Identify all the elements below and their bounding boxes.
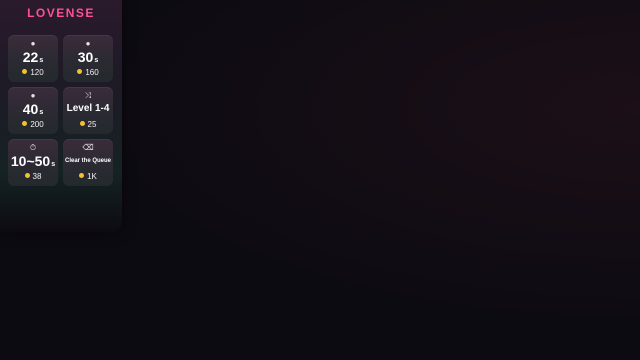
coin-icon — [24, 173, 30, 178]
pulse-icon: ● — [85, 39, 91, 48]
duration-unit: s — [39, 57, 44, 64]
tip-option-level[interactable]: ⤨ Level 1-4 25 — [63, 87, 113, 134]
shuffle-icon: ⤨ — [84, 91, 92, 100]
tip-option-40s[interactable]: ● 40s 200 — [8, 87, 58, 134]
tip-menu-panel: LOVENSE ● 22s 120 ● 30s 160 ● 40s 200 ⤨ … — [0, 0, 122, 232]
tip-cost: 38 — [32, 172, 42, 181]
coin-icon — [22, 121, 28, 126]
tip-cost: 25 — [87, 120, 97, 129]
coin-icon — [22, 69, 28, 74]
duration-unit: s — [39, 109, 44, 116]
tip-option-clear-queue[interactable]: ⌫ Clear the Queue 1K — [63, 139, 113, 186]
tip-option-30s[interactable]: ● 30s 160 — [63, 35, 113, 82]
tip-cost: 200 — [30, 120, 44, 129]
tip-duration: 30 — [77, 49, 94, 65]
timer-icon: ⏱ — [29, 143, 37, 152]
tip-options-grid: ● 22s 120 ● 30s 160 ● 40s 200 ⤨ Level 1-… — [8, 35, 114, 186]
coin-icon — [79, 121, 85, 126]
tip-label: Level 1-4 — [66, 103, 110, 114]
tip-duration: 40 — [22, 101, 39, 117]
duration-unit: s — [51, 161, 56, 168]
tip-cost: 120 — [30, 68, 44, 77]
tip-cost: 160 — [85, 68, 99, 77]
tip-duration: 22 — [22, 49, 39, 65]
tip-option-random-time[interactable]: ⏱ 10~50s 38 — [8, 139, 58, 186]
eraser-icon: ⌫ — [82, 143, 94, 152]
coin-icon — [77, 69, 83, 74]
tip-option-22s[interactable]: ● 22s 120 — [8, 35, 58, 82]
pulse-icon: ● — [30, 91, 36, 100]
pulse-icon: ● — [30, 39, 36, 48]
tip-cost: 1K — [87, 172, 97, 181]
lovense-logo: LOVENSE — [27, 6, 95, 20]
coin-icon — [79, 173, 85, 178]
tip-duration: 10~50 — [10, 153, 51, 169]
duration-unit: s — [94, 57, 99, 64]
